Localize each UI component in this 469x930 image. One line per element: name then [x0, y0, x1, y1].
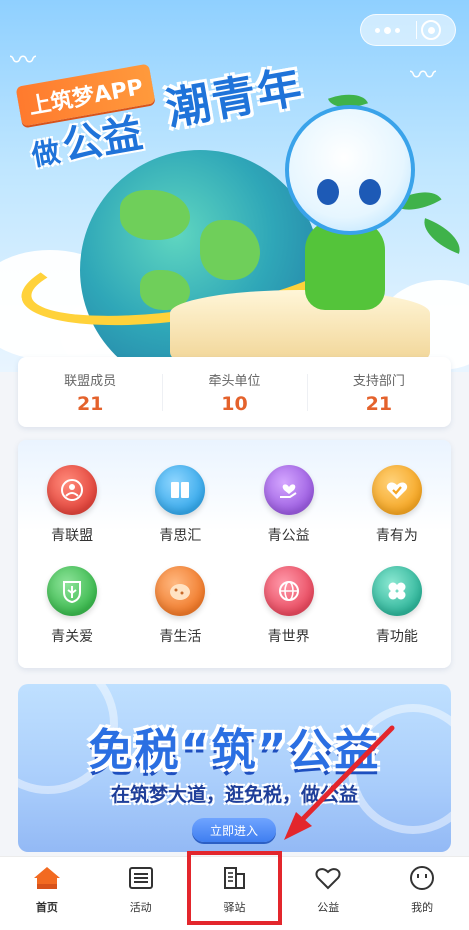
- menu-item-label: 青世界: [267, 628, 310, 645]
- banner-subtitle: 在筑梦大道，逛免税，做公益: [110, 784, 358, 806]
- network-icon: [47, 464, 98, 515]
- seagull-icon: 〰: [410, 61, 437, 91]
- menu-item-qingshijie[interactable]: 青世界: [235, 555, 343, 656]
- menu-item-qingyouwei[interactable]: 青有为: [343, 454, 451, 555]
- mascot-head: [285, 105, 415, 235]
- menu-item-label: 青公益: [267, 527, 310, 544]
- menu-item-qingshenghuo[interactable]: 青生活: [126, 555, 234, 656]
- leaf-decoration: [417, 218, 467, 254]
- heart-outline-icon: [313, 863, 343, 893]
- tab-mine[interactable]: 我的: [375, 857, 469, 930]
- tab-label: 首页: [35, 901, 58, 914]
- menu-item-label: 青思汇: [159, 527, 202, 544]
- smiley-icon: [407, 863, 437, 893]
- tab-label: 驿站: [223, 901, 246, 914]
- tab-activity[interactable]: 活动: [94, 857, 188, 930]
- tab-station[interactable]: 驿站: [188, 857, 282, 930]
- tab-label: 我的: [411, 901, 434, 914]
- open-book-illustration: [170, 290, 430, 360]
- bread-icon: [155, 565, 206, 616]
- menu-item-qingguanai[interactable]: 青关爱: [18, 555, 126, 656]
- tab-home[interactable]: 首页: [0, 857, 94, 930]
- globe-icon: [263, 565, 314, 616]
- tab-label: 公益: [317, 901, 340, 914]
- heart-hand-icon: [263, 464, 314, 515]
- menu-item-label: 青关爱: [51, 628, 94, 645]
- stat-value: 21: [365, 392, 393, 415]
- menu-item-label: 青联盟: [51, 527, 94, 544]
- miniprogram-capsule: [360, 14, 456, 46]
- stat-value: 10: [221, 392, 248, 415]
- hero-slogan: 潮青年: [162, 61, 308, 136]
- menu-item-label: 青有为: [375, 527, 418, 544]
- stat-support-depts[interactable]: 支持部门 21: [306, 370, 451, 415]
- capsule-divider: [416, 21, 417, 39]
- menu-item-qingsihui[interactable]: 青思汇: [126, 454, 234, 555]
- menu-item-qinggongyi[interactable]: 青公益: [235, 454, 343, 555]
- stat-value: 21: [76, 392, 104, 415]
- stats-card: 联盟成员 21 牵头单位 10 支持部门 21: [18, 357, 451, 427]
- feature-grid: 青联盟 青思汇 青公益 青有为 青关爱 青生活 青世界 青功能: [18, 440, 451, 668]
- menu-item-label: 青功能: [375, 628, 418, 645]
- tab-charity[interactable]: 公益: [281, 857, 375, 930]
- stat-lead-units[interactable]: 牵头单位 10: [162, 370, 306, 415]
- stat-label: 联盟成员: [64, 373, 117, 389]
- bottom-tab-bar: 首页 活动 驿站 公益 我的: [0, 856, 469, 930]
- seagull-icon: 〰: [10, 46, 37, 76]
- tree-icon: [47, 565, 98, 616]
- stat-members[interactable]: 联盟成员 21: [18, 370, 162, 415]
- home-icon: [32, 863, 62, 893]
- list-icon: [126, 863, 156, 893]
- building-icon: [219, 863, 249, 893]
- clover-icon: [371, 565, 422, 616]
- stat-label: 牵头单位: [208, 373, 261, 389]
- hero-banner[interactable]: 〰 〰 上筑梦APP 做公益 潮青年: [0, 0, 469, 372]
- menu-item-label: 青生活: [159, 628, 202, 645]
- enter-button[interactable]: 立即进入: [192, 818, 276, 842]
- banner-title: 免税“筑”公益: [88, 725, 381, 776]
- more-dots-icon[interactable]: [363, 15, 412, 45]
- promo-banner[interactable]: 免税“筑”公益 在筑梦大道，逛免税，做公益 立即进入: [18, 684, 451, 852]
- stat-label: 支持部门: [352, 373, 405, 389]
- target-icon[interactable]: [421, 20, 441, 40]
- menu-item-qinglianmeng[interactable]: 青联盟: [18, 454, 126, 555]
- book-icon: [155, 464, 206, 515]
- menu-item-qinggongneng[interactable]: 青功能: [343, 555, 451, 656]
- tab-label: 活动: [129, 901, 152, 914]
- heart-check-icon: [371, 464, 422, 515]
